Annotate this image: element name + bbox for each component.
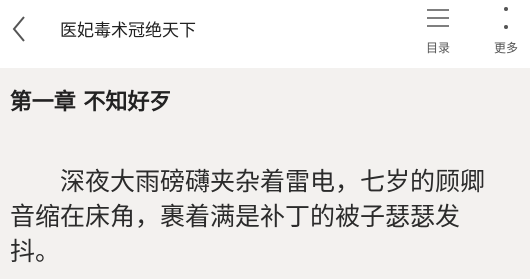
book-title: 医妃毒术冠绝天下 [60,21,196,41]
toc-button[interactable]: 目录 [416,0,460,64]
chapter-title: 第一章 不知好歹 [10,90,172,115]
back-button[interactable] [6,14,32,44]
vertical-dots-icon [504,7,508,29]
list-icon [427,9,449,27]
top-bar: 医妃毒术冠绝天下 目录 更多 [0,0,530,68]
chevron-left-icon [12,16,25,42]
toc-label: 目录 [425,41,450,55]
chapter-paragraph: 深夜大雨磅礴夹杂着雷电，七岁的顾卿音缩在床角，裹着满是补丁的被子瑟瑟发抖。 [10,167,486,266]
more-button[interactable]: 更多 [484,0,528,64]
reading-area[interactable]: 第一章 不知好歹 深夜大雨磅礴夹杂着雷电，七岁的顾卿音缩在床角，裹着满是补丁的被… [0,68,530,279]
more-label: 更多 [493,41,518,55]
